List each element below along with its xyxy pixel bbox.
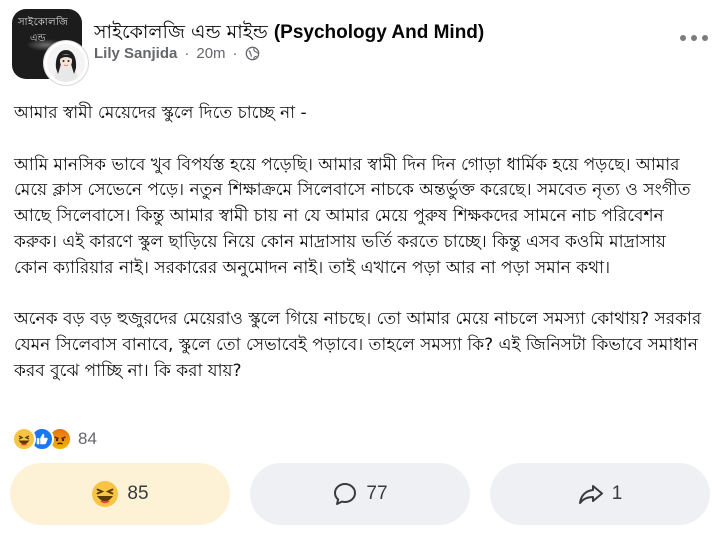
more-dot: [702, 35, 708, 41]
reaction-count[interactable]: 84: [78, 429, 97, 449]
group-avatar-text: সাইকোলজি: [18, 17, 69, 28]
meta-separator: ·: [184, 45, 190, 62]
more-dot: [691, 35, 697, 41]
author-name[interactable]: Lily Sanjida: [94, 45, 177, 62]
haha-reaction-icon: [12, 427, 36, 451]
group-avatar-text-2: এন্ড: [30, 33, 46, 44]
meta-separator-2: ·: [232, 45, 238, 62]
group-name-en: (Psychology And Mind): [273, 22, 485, 43]
react-button[interactable]: 85: [10, 463, 230, 525]
more-options-icon[interactable]: [680, 30, 708, 46]
post-header: সাইকোলজি এন্ড সাইকোলজি এন্ড মাইন্ড (Psyc…: [0, 0, 720, 92]
reaction-summary[interactable]: 84: [12, 426, 97, 452]
share-count: 1: [611, 483, 623, 504]
haha-emoji-icon: [91, 480, 119, 508]
comment-count: 77: [366, 483, 388, 504]
post-time[interactable]: 20m: [196, 45, 225, 62]
post-body: আমার স্বামী মেয়েদের স্কুলে দিতে চাচ্ছে …: [14, 101, 704, 385]
post-meta: Lily Sanjida · 20m ·: [94, 45, 260, 62]
author-avatar[interactable]: [44, 41, 88, 85]
more-dot: [680, 35, 686, 41]
post-paragraph: আমি মানসিক ভাবে খুব বিপর্যস্ত হয়ে পড়েছ…: [14, 154, 691, 278]
post-paragraph: আমার স্বামী মেয়েদের স্কুলে দিতে চাচ্ছে …: [14, 103, 307, 123]
share-button[interactable]: 1: [490, 463, 710, 525]
post-paragraph: অনেক বড় বড় হুজুরদের মেয়েরাও স্কুলে গি…: [14, 309, 702, 381]
react-count: 85: [127, 483, 149, 504]
globe-icon: [245, 46, 260, 61]
comment-button[interactable]: 77: [250, 463, 470, 525]
share-arrow-icon: [578, 482, 604, 506]
group-name-bn: সাইকোলজি এন্ড মাইন্ড: [94, 21, 274, 43]
comment-bubble-icon: [332, 481, 358, 507]
action-bar: 85 77 1: [10, 463, 710, 525]
